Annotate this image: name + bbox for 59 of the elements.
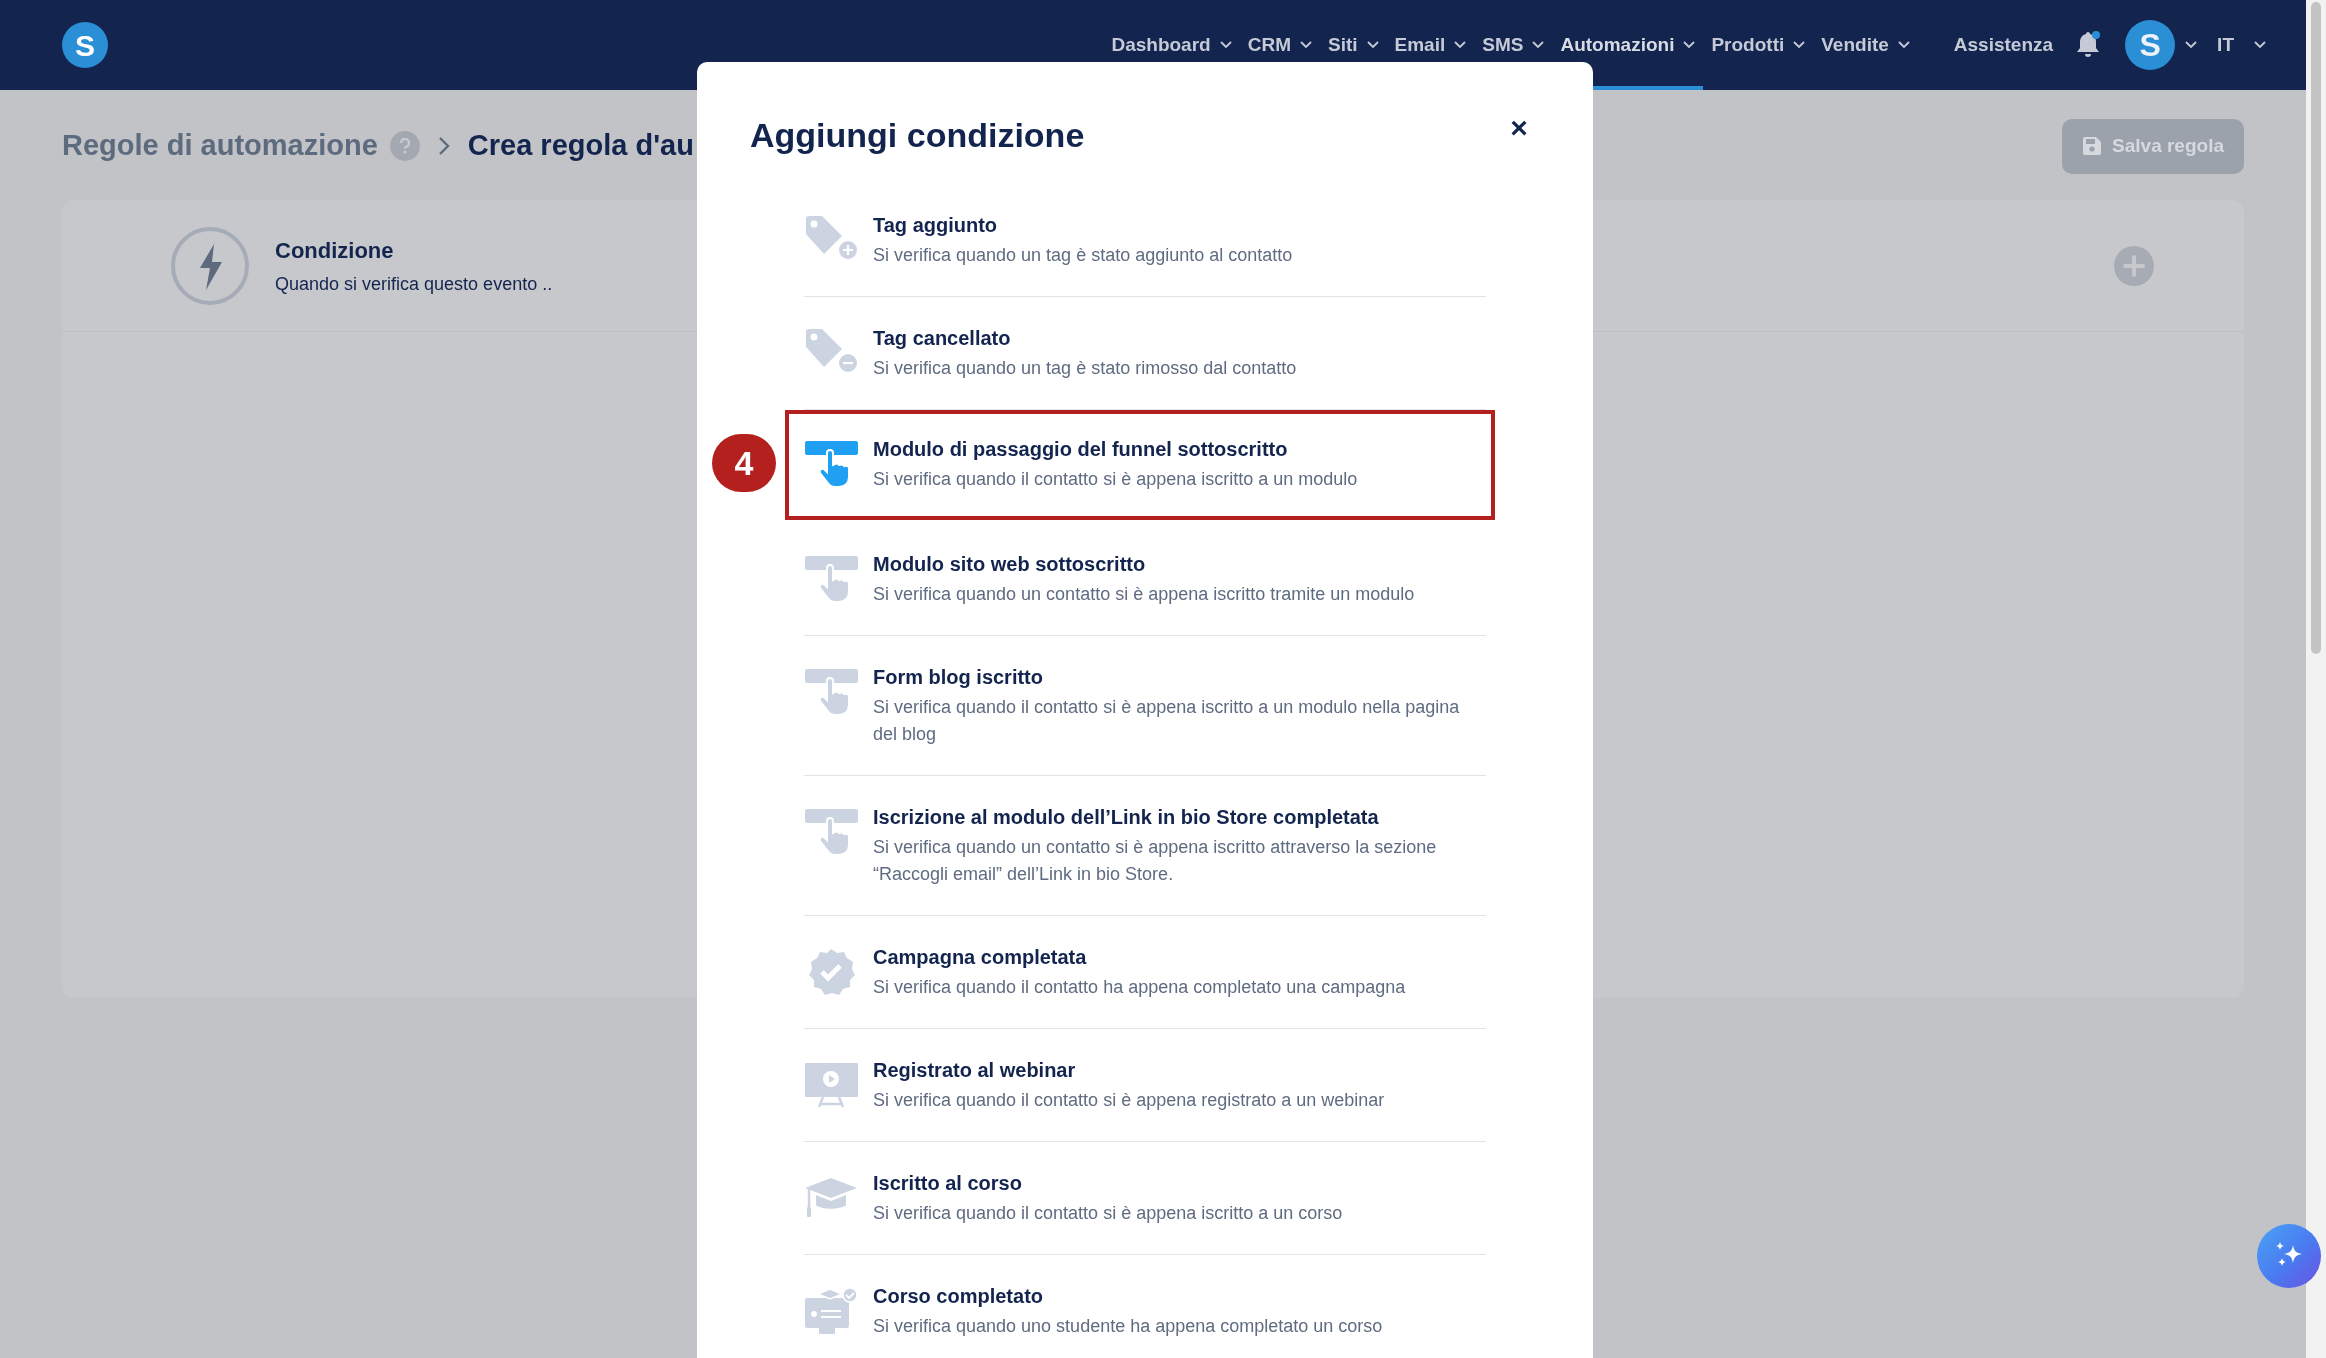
option-description: Si verifica quando il contatto si è appena iscritto a un modulo [873, 468, 1358, 491]
option-title: Corso completato [873, 1284, 1045, 1309]
option-description: Si verifica quando uno studente ha appena completato un corso [873, 1315, 1383, 1338]
form-pointer-icon [804, 807, 859, 857]
option-description: Si verifica quando un contatto si è appena iscritto tramite un modulo [873, 583, 1415, 606]
nav-menu-item[interactable]: Dashboard [1103, 0, 1240, 90]
condition-option[interactable]: Tag aggiunto Si verifica quando un tag è stato aggiunto al contatto [804, 184, 1486, 297]
option-title: Modulo sito web sottoscritto [873, 552, 1147, 577]
language-selector[interactable]: IT [2217, 30, 2266, 60]
nav-menu-item[interactable]: CRM [1239, 0, 1320, 90]
nav-menu-item[interactable]: Email [1386, 0, 1475, 90]
save-icon [2082, 136, 2103, 156]
option-description: Si verifica quando il contatto si è appena iscritto a un modulo nella pagina del blog [873, 696, 1461, 746]
option-title: Iscrizione al modulo dell’Link in bio Store completata [873, 805, 1380, 830]
form-pointer-icon [804, 554, 859, 604]
step-number-badge: 4 [712, 434, 776, 492]
page-title: Crea regola d'au [467, 128, 694, 164]
condition-option[interactable]: Modulo sito web sottoscritto Si verifica quando un contatto si è appena iscritto tramite un modulo [804, 523, 1486, 636]
condition-option[interactable]: Registrato al webinar Si verifica quando il contatto si è appena registrato a un webinar [804, 1029, 1486, 1142]
form-pointer-icon [804, 439, 859, 489]
option-description: Si verifica quando un contatto si è appena iscritto attraverso la sezione “Raccogli email” dell’Link in bio Store. [873, 836, 1438, 886]
option-title: Modulo di passaggio del funnel sottoscritto [873, 437, 1289, 462]
chevron-right-icon [437, 136, 450, 156]
option-title: Campagna completata [873, 945, 1088, 970]
option-description: Si verifica quando il contatto ha appena completato una campagna [873, 976, 1406, 999]
close-button[interactable]: × [1504, 113, 1534, 143]
notification-bell-icon[interactable] [2075, 31, 2102, 59]
caret-icon [2185, 41, 2198, 49]
condition-option[interactable]: Tag cancellato Si verifica quando un tag è stato rimosso dal contatto [804, 297, 1486, 410]
presentation-screen-icon [804, 1060, 859, 1110]
option-title: Form blog iscritto [873, 665, 1044, 690]
logo[interactable]: S [62, 22, 108, 68]
scrollbar[interactable] [2306, 0, 2326, 1358]
option-description: Si verifica quando un tag è stato rimosso dal contatto [873, 357, 1297, 380]
modal-title: Aggiungi condizione [750, 115, 1085, 156]
option-description: Si verifica quando il contatto si è appena registrato a un webinar [873, 1089, 1385, 1112]
option-description: Si verifica quando il contatto si è appena iscritto a un corso [873, 1202, 1343, 1225]
condition-title: Condizione [275, 236, 395, 265]
nav-menu-item[interactable]: Vendite [1813, 0, 1918, 90]
caret-icon [2254, 41, 2266, 49]
condition-option[interactable]: Campagna completata Si verifica quando il contatto ha appena completato una campagna [804, 916, 1486, 1029]
option-title: Tag cancellato [873, 326, 1012, 351]
option-description: Si verifica quando un tag è stato aggiunto al contatto [873, 244, 1293, 267]
nav-menu-item[interactable]: SMS [1474, 0, 1553, 90]
form-pointer-icon [804, 667, 859, 717]
condition-option[interactable]: Iscrizione al modulo dell’Link in bio Store completata Si verifica quando un contatto si è appena iscritto attraverso la sezione “Raccogli email” dell’Link in bio Store. [804, 776, 1486, 916]
lightning-icon [170, 225, 250, 306]
condition-subtitle: Quando si verifica questo evento .. [275, 272, 553, 296]
condition-option[interactable]: Modulo di passaggio del funnel sottoscritto Si verifica quando il contatto si è appena iscritto a un modulo [785, 410, 1495, 520]
option-title: Iscritto al corso [873, 1171, 1023, 1196]
condition-option[interactable]: Corso completato Si verifica quando uno studente ha appena completato un corso [804, 1255, 1486, 1358]
nav-menu-item[interactable]: Siti [1319, 0, 1387, 90]
condition-option[interactable]: Form blog iscritto Si verifica quando il contatto si è appena iscritto a un modulo nella pagina del blog [804, 636, 1486, 776]
option-title: Registrato al webinar [873, 1058, 1077, 1083]
option-title: Tag aggiunto [873, 213, 999, 238]
help-link[interactable]: Assistenza [1953, 30, 2054, 60]
nav-menu-item[interactable]: Prodotti [1703, 0, 1814, 90]
condition-option[interactable]: Iscritto al corso Si verifica quando il contatto si è appena iscritto a un corso [804, 1142, 1486, 1255]
certificate-icon [804, 1286, 859, 1336]
